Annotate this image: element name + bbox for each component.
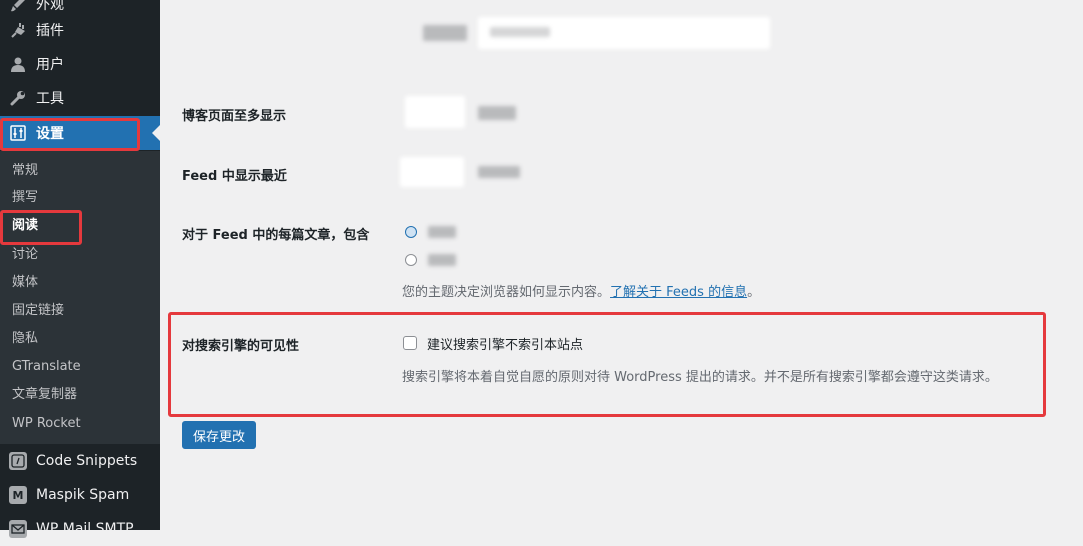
feed-include-label: 对于 Feed 中的每篇文章，包含: [182, 228, 370, 243]
menu-item-maspik-spam[interactable]: M Maspik Spam: [0, 478, 160, 512]
menu-item-label: 外观: [36, 0, 64, 13]
submenu-item-duplicator[interactable]: 文章复制器: [12, 386, 77, 404]
submenu-item-discussion[interactable]: 讨论: [12, 246, 38, 264]
menu-item-code-snippets[interactable]: Code Snippets: [0, 444, 160, 478]
blurred-text: [428, 226, 456, 238]
menu-item-users[interactable]: 用户: [0, 47, 160, 81]
submenu-item-reading[interactable]: 阅读: [12, 217, 38, 235]
search-visibility-label: 对搜索引擎的可见性: [182, 339, 300, 354]
menu-item-label: 用户: [36, 57, 64, 73]
feed-description: 您的主题决定浏览器如何显示内容。了解关于 Feeds 的信息。: [402, 281, 760, 300]
feed-recent-label: Feed 中显示最近: [182, 169, 287, 184]
submenu-item-media[interactable]: 媒体: [12, 274, 38, 292]
blurred-text: [490, 27, 550, 37]
feeds-info-link[interactable]: 了解关于 Feeds 的信息: [610, 285, 747, 300]
settings-submenu: 常规 撰写 阅读 讨论 媒体 固定链接 隐私 GTranslate 文章复制器 …: [0, 151, 160, 444]
menu-item-tools[interactable]: 工具: [0, 81, 160, 115]
code-snippets-icon: [9, 452, 27, 470]
discourage-search-checkbox[interactable]: [403, 336, 417, 350]
settings-icon: [9, 124, 27, 142]
save-changes-button[interactable]: 保存更改: [182, 421, 256, 449]
blurred-text: [428, 254, 456, 266]
posts-per-page-input[interactable]: [405, 96, 465, 128]
menu-item-label: Code Snippets: [36, 453, 138, 469]
paintbrush-icon: [9, 0, 27, 13]
feed-description-text: 您的主题决定浏览器如何显示内容。: [402, 285, 611, 300]
submenu-item-writing[interactable]: 撰写: [12, 189, 38, 207]
blurred-text: [423, 25, 467, 41]
menu-item-settings[interactable]: 设置: [0, 116, 160, 150]
submenu-item-gtranslate[interactable]: GTranslate: [12, 358, 81, 376]
menu-item-label: 设置: [36, 126, 64, 142]
feed-full-text-radio[interactable]: [405, 226, 417, 238]
user-icon: [9, 55, 27, 73]
submenu-item-wp-rocket[interactable]: WP Rocket: [12, 415, 81, 433]
discourage-search-label[interactable]: 建议搜索引擎不索引本站点: [427, 334, 583, 353]
main-content: 博客页面至多显示 Feed 中显示最近 对于 Feed 中的每篇文章，包含 您的…: [160, 0, 1083, 530]
submenu-item-permalinks[interactable]: 固定链接: [12, 302, 64, 320]
admin-sidebar: 外观 插件 用户 工具 设置 常规 撰写 阅读 讨论 媒体 固定链接 隐私 GT…: [0, 0, 160, 538]
menu-item-label: 插件: [36, 23, 64, 39]
feed-items-input[interactable]: [400, 157, 464, 187]
feed-description-suffix: 。: [747, 285, 761, 300]
menu-item-label: 工具: [36, 91, 64, 107]
blog-pages-label: 博客页面至多显示: [182, 109, 287, 124]
menu-item-wp-mail-smtp[interactable]: WP Mail SMTP: [0, 512, 160, 546]
submenu-item-general[interactable]: 常规: [12, 162, 38, 180]
feed-excerpt-radio[interactable]: [405, 254, 417, 266]
menu-item-label: Maspik Spam: [36, 487, 130, 503]
menu-item-label: WP Mail SMTP: [36, 521, 134, 537]
submenu-item-privacy[interactable]: 隐私: [12, 330, 38, 348]
maspik-icon: M: [9, 486, 27, 504]
search-visibility-description: 搜索引擎将本着自觉自愿的原则对待 WordPress 提出的请求。并不是所有搜索…: [402, 370, 998, 385]
blurred-text: [478, 106, 516, 120]
menu-item-plugins[interactable]: 插件: [0, 13, 160, 47]
blurred-text: [478, 166, 520, 178]
mail-smtp-icon: [9, 520, 27, 538]
plugin-icon: [9, 21, 27, 39]
highlight-box-search-visibility: [168, 312, 1046, 417]
wrench-icon: [9, 89, 27, 107]
